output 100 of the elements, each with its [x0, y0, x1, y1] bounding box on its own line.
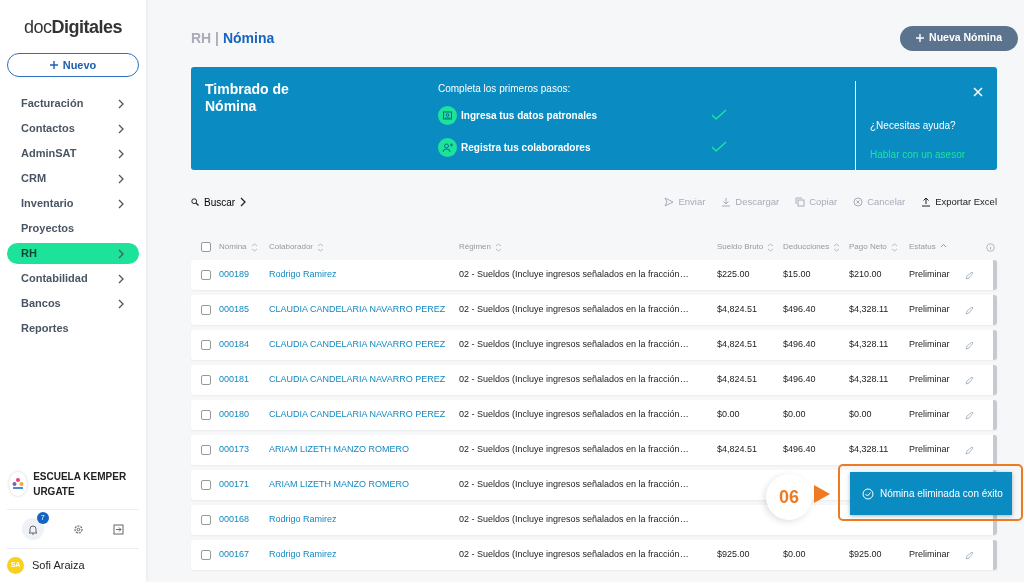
table-cell-text: Preliminar	[909, 408, 951, 422]
table-cell-text: Preliminar	[909, 303, 951, 317]
column-header[interactable]: Colaborador	[269, 241, 314, 253]
download-icon	[721, 197, 732, 207]
row-checkbox[interactable]	[201, 270, 211, 280]
row-checkbox[interactable]	[201, 305, 211, 315]
row-checkbox[interactable]	[201, 445, 211, 455]
new-button[interactable]: Nuevo	[7, 53, 139, 77]
table-cell-text: 02 - Sueldos (Incluye ingresos señalados en la fracción…	[459, 513, 690, 527]
column-header[interactable]: Régimen	[459, 241, 491, 253]
row-checkbox[interactable]	[201, 340, 211, 350]
sidebar-item[interactable]: Facturación	[7, 93, 139, 114]
banner-title: Timbrado de Nómina	[205, 81, 290, 116]
payroll-link[interactable]: 000173	[219, 444, 250, 455]
column-header[interactable]: Pago Neto	[849, 241, 887, 253]
cancel-icon	[853, 197, 864, 207]
sidebar-item[interactable]: Proyectos	[7, 218, 139, 239]
search-icon	[191, 198, 199, 206]
column-header[interactable]: Estatus	[909, 241, 936, 253]
organization-name: ESCUELA KEMPER URGATE	[33, 470, 128, 499]
logout-icon[interactable]	[113, 523, 125, 535]
payroll-link[interactable]: 000189	[219, 269, 250, 280]
table-cell-text: $496.40	[783, 303, 817, 317]
sidebar-item[interactable]: Contabilidad	[7, 268, 139, 289]
employee-link[interactable]: CLAUDIA CANDELARIA NAVARRO PEREZ	[269, 374, 446, 385]
table-cell-text: Preliminar	[909, 373, 951, 387]
sidebar-item[interactable]: RH	[7, 243, 139, 264]
step-label: Registra tus colaboradores	[461, 140, 592, 155]
table-cell-text: $496.40	[783, 373, 817, 387]
user-name: Sofi Araiza	[32, 558, 85, 574]
sidebar-item[interactable]: Inventario	[7, 193, 139, 214]
check-circle-icon	[862, 487, 874, 500]
column-header[interactable]: Deducciones	[783, 241, 830, 253]
table-cell-text: 02 - Sueldos (Incluye ingresos señalados en la fracción…	[459, 268, 690, 282]
toast-message: Nómina eliminada con éxito	[880, 487, 1003, 501]
table-cell-text: Preliminar	[909, 548, 951, 562]
row-checkbox[interactable]	[201, 375, 211, 385]
row-checkbox[interactable]	[201, 515, 211, 525]
sidebar-item[interactable]: CRM	[7, 168, 139, 189]
arrow-icon	[814, 485, 830, 503]
table-cell-text: Preliminar	[909, 443, 951, 457]
table-cell-text: Preliminar	[909, 338, 951, 352]
search-button[interactable]: Buscar	[191, 194, 247, 210]
page-title: RH | Nómina	[191, 28, 275, 48]
employee-link[interactable]: ARIAM LIZETH MANZO ROMERO	[269, 444, 409, 455]
table-cell-text: $0.00	[849, 408, 873, 422]
column-header[interactable]: Sueldo Bruto	[717, 241, 764, 253]
sidebar-item[interactable]: AdminSAT	[7, 143, 139, 164]
payroll-link[interactable]: 000167	[219, 549, 250, 560]
table-cell-text: $4,824.51	[717, 443, 759, 457]
column-header[interactable]: Nómina	[219, 241, 247, 253]
payroll-link[interactable]: 000184	[219, 339, 250, 350]
pencil-icon	[965, 410, 974, 420]
table-cell-text: $496.40	[783, 443, 817, 457]
table-cell-text: 02 - Sueldos (Incluye ingresos señalados en la fracción…	[459, 408, 690, 422]
row-checkbox[interactable]	[201, 480, 211, 490]
payroll-link[interactable]: 000168	[219, 514, 250, 525]
row-checkbox[interactable]	[201, 550, 211, 560]
employee-link[interactable]: Rodrigo Ramirez	[269, 549, 337, 560]
notifications-button[interactable]	[21, 518, 44, 540]
upload-icon	[921, 197, 932, 207]
table-cell-text: $4,824.51	[717, 373, 759, 387]
toolbar-button[interactable]: Exportar Excel	[921, 194, 997, 210]
new-payroll-button[interactable]: Nueva Nómina	[900, 25, 1018, 51]
advisor-link[interactable]: Hablar con un asesor	[870, 146, 983, 162]
payroll-link[interactable]: 000171	[219, 479, 250, 490]
employee-link[interactable]: ARIAM LIZETH MANZO ROMERO	[269, 479, 409, 490]
table-cell-text: 02 - Sueldos (Incluye ingresos señalados en la fracción…	[459, 548, 690, 562]
sidebar-item[interactable]: Bancos	[7, 293, 139, 314]
payroll-link[interactable]: 000180	[219, 409, 250, 420]
sidebar-item[interactable]: Contactos	[7, 118, 139, 139]
row-checkbox[interactable]	[201, 410, 211, 420]
step-label: Ingresa tus datos patronales	[461, 108, 599, 123]
employee-link[interactable]: CLAUDIA CANDELARIA NAVARRO PEREZ	[269, 409, 446, 420]
table-cell-text: $4,328.11	[849, 303, 890, 317]
pencil-icon	[965, 445, 974, 455]
table-cell-text: $225.00	[717, 268, 751, 282]
table-cell-text: 02 - Sueldos (Incluye ingresos señalados en la fracción…	[459, 443, 690, 457]
employee-link[interactable]: CLAUDIA CANDELARIA NAVARRO PEREZ	[269, 304, 446, 315]
employee-link[interactable]: Rodrigo Ramirez	[269, 514, 337, 525]
step-icon	[438, 105, 457, 125]
employee-link[interactable]: CLAUDIA CANDELARIA NAVARRO PEREZ	[269, 339, 446, 350]
employee-link[interactable]: Rodrigo Ramirez	[269, 269, 337, 280]
table-cell-text: $0.00	[783, 548, 807, 562]
send-icon	[664, 197, 675, 207]
table-cell-text: 02 - Sueldos (Incluye ingresos señalados en la fracción…	[459, 373, 690, 387]
settings-icon[interactable]	[73, 523, 84, 535]
table-cell-text: $210.00	[849, 268, 883, 282]
table-cell-text: $4,824.51	[717, 303, 759, 317]
table-cell-text: $4,824.51	[717, 338, 759, 352]
sidebar-item[interactable]: Reportes	[7, 318, 139, 339]
logo: docDigitales	[22, 16, 124, 39]
step-icon	[438, 137, 457, 157]
payroll-link[interactable]: 000181	[219, 374, 250, 385]
payroll-link[interactable]: 000185	[219, 304, 250, 315]
bell-icon	[27, 523, 38, 535]
table-cell-text: $15.00	[783, 268, 812, 282]
pencil-icon	[965, 340, 974, 350]
select-all-checkbox[interactable]	[201, 242, 211, 252]
table-cell-text: $0.00	[717, 408, 741, 422]
